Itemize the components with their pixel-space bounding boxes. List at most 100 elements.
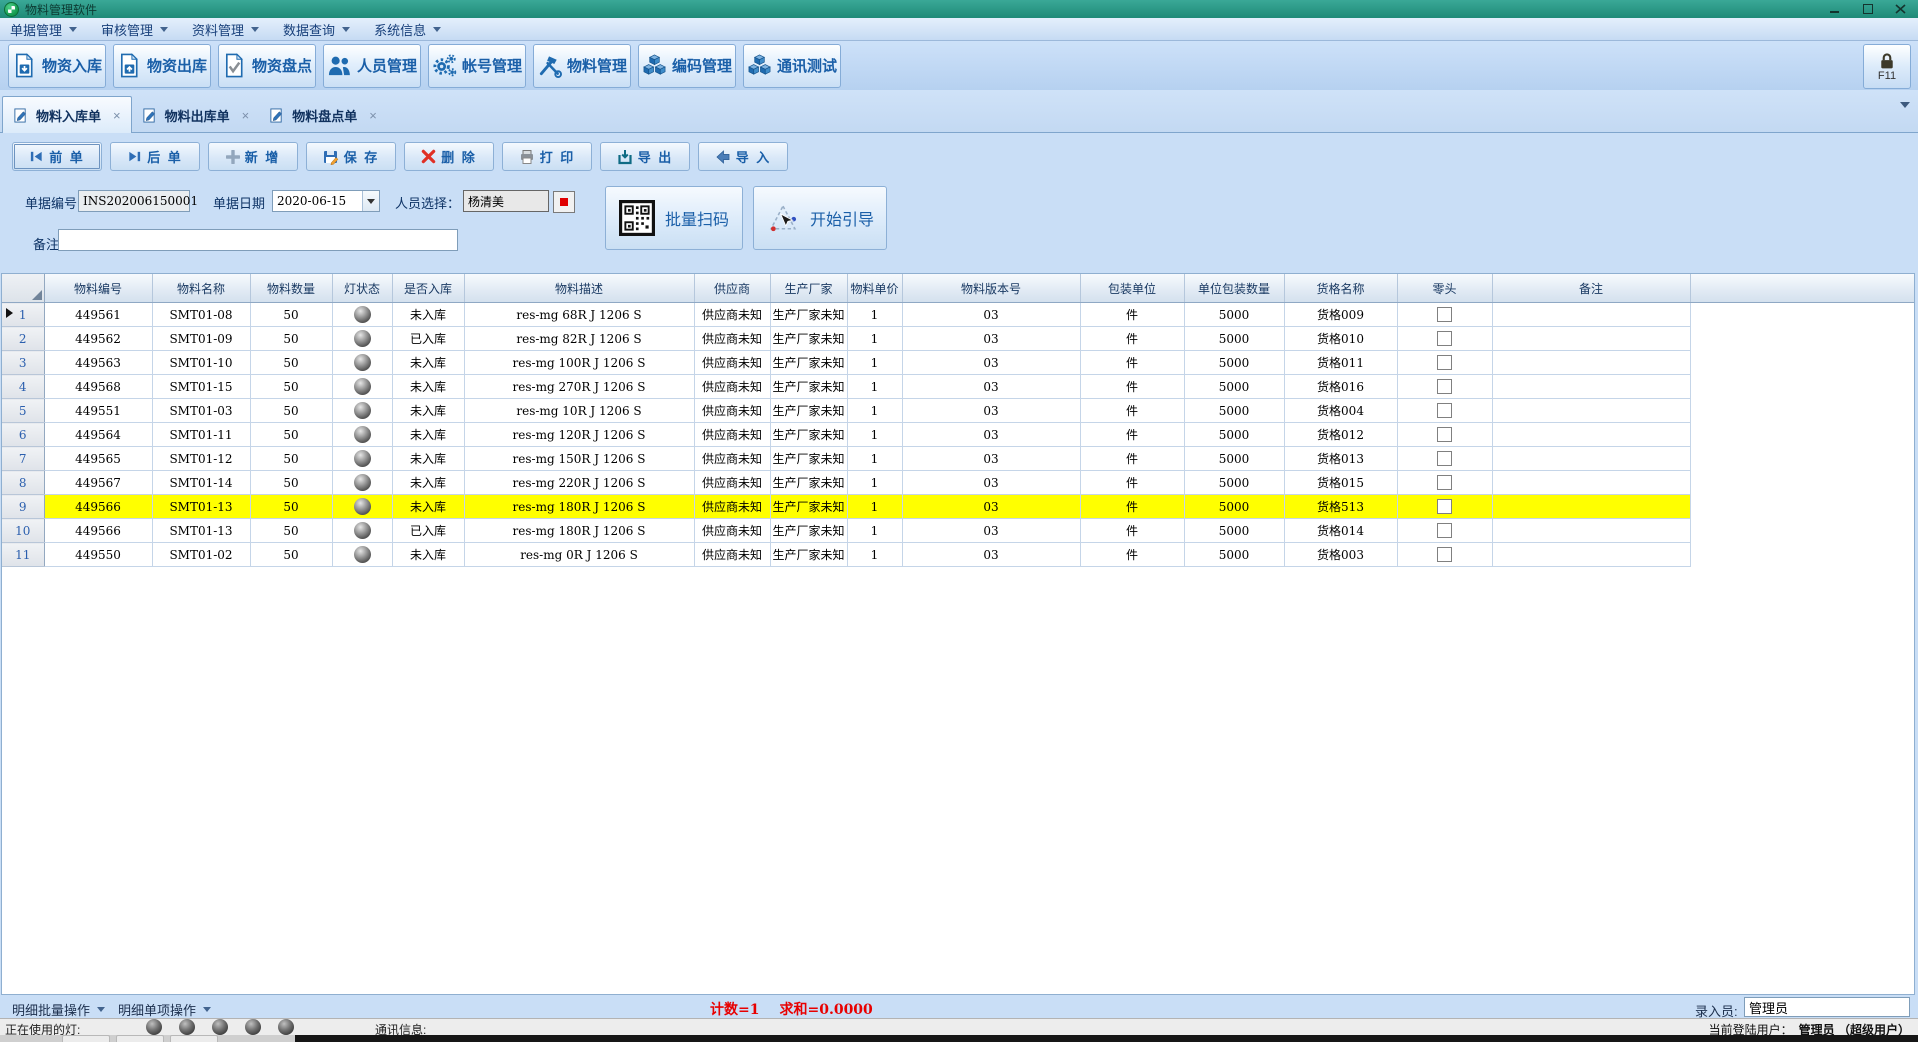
cell-in_stock[interactable]: 未入库 bbox=[392, 375, 464, 399]
cell-qty[interactable]: 50 bbox=[250, 303, 332, 327]
cell-pack_qty[interactable]: 5000 bbox=[1184, 423, 1284, 447]
odd-checkbox[interactable] bbox=[1437, 427, 1452, 442]
cell-desc[interactable]: res-mg 82R J 1206 S bbox=[464, 327, 694, 351]
chevron-down-icon[interactable] bbox=[362, 191, 379, 211]
person-picker-button[interactable] bbox=[553, 191, 575, 213]
cell-remark[interactable] bbox=[1492, 351, 1690, 375]
cell-price[interactable]: 1 bbox=[847, 327, 902, 351]
cell-supplier[interactable]: 供应商未知 bbox=[694, 447, 770, 471]
cell-lamp[interactable] bbox=[332, 399, 392, 423]
cell-price[interactable]: 1 bbox=[847, 519, 902, 543]
cell-unit[interactable]: 件 bbox=[1080, 351, 1184, 375]
cell-qty[interactable]: 50 bbox=[250, 399, 332, 423]
cell-odd[interactable] bbox=[1397, 423, 1492, 447]
cell-supplier[interactable]: 供应商未知 bbox=[694, 519, 770, 543]
cell-code[interactable]: 449550 bbox=[44, 543, 152, 567]
cell-shelf[interactable]: 货格004 bbox=[1284, 399, 1397, 423]
minimize-icon[interactable] bbox=[1829, 4, 1840, 14]
cell-version[interactable]: 03 bbox=[902, 399, 1080, 423]
cell-in_stock[interactable]: 已入库 bbox=[392, 327, 464, 351]
odd-checkbox[interactable] bbox=[1437, 331, 1452, 346]
delete-button[interactable]: 删 除 bbox=[404, 142, 494, 171]
cell-desc[interactable]: res-mg 220R J 1206 S bbox=[464, 471, 694, 495]
column-header-desc[interactable]: 物料描述 bbox=[464, 274, 694, 303]
cell-shelf[interactable]: 货格003 bbox=[1284, 543, 1397, 567]
column-header-shelf[interactable]: 货格名称 bbox=[1284, 274, 1397, 303]
cell-code[interactable]: 449565 bbox=[44, 447, 152, 471]
cell-manufacturer[interactable]: 生产厂家未知 bbox=[770, 351, 847, 375]
cell-name[interactable]: SMT01-10 bbox=[152, 351, 250, 375]
remark-field[interactable] bbox=[58, 229, 458, 251]
cell-pack_qty[interactable]: 5000 bbox=[1184, 351, 1284, 375]
cell-odd[interactable] bbox=[1397, 543, 1492, 567]
cell-in_stock[interactable]: 未入库 bbox=[392, 447, 464, 471]
cell-qty[interactable]: 50 bbox=[250, 351, 332, 375]
column-header-lamp[interactable]: 灯状态 bbox=[332, 274, 392, 303]
cell-pack_qty[interactable]: 5000 bbox=[1184, 399, 1284, 423]
tab-close-icon[interactable]: × bbox=[242, 108, 250, 123]
cell-in_stock[interactable]: 未入库 bbox=[392, 543, 464, 567]
cell-version[interactable]: 03 bbox=[902, 447, 1080, 471]
operator-field[interactable]: 管理员 bbox=[1744, 997, 1910, 1017]
cell-lamp[interactable] bbox=[332, 495, 392, 519]
menu-item-audit[interactable]: 审核管理 bbox=[101, 20, 168, 39]
cell-shelf[interactable]: 货格014 bbox=[1284, 519, 1397, 543]
cell-name[interactable]: SMT01-12 bbox=[152, 447, 250, 471]
account-button[interactable]: 帐号管理 bbox=[428, 44, 526, 88]
cell-desc[interactable]: res-mg 120R J 1206 S bbox=[464, 423, 694, 447]
cell-odd[interactable] bbox=[1397, 375, 1492, 399]
cell-qty[interactable]: 50 bbox=[250, 519, 332, 543]
cell-version[interactable]: 03 bbox=[902, 423, 1080, 447]
cell-remark[interactable] bbox=[1492, 543, 1690, 567]
material-in-button[interactable]: 物资入库 bbox=[8, 44, 106, 88]
cell-price[interactable]: 1 bbox=[847, 375, 902, 399]
cell-in_stock[interactable]: 未入库 bbox=[392, 471, 464, 495]
cell-supplier[interactable]: 供应商未知 bbox=[694, 423, 770, 447]
material-manage-button[interactable]: 物料管理 bbox=[533, 44, 631, 88]
row-selector[interactable]: 1 bbox=[2, 303, 44, 327]
tab-material-in[interactable]: 物料入库单 × bbox=[2, 96, 132, 133]
cell-remark[interactable] bbox=[1492, 447, 1690, 471]
cell-code[interactable]: 449561 bbox=[44, 303, 152, 327]
cell-pack_qty[interactable]: 5000 bbox=[1184, 471, 1284, 495]
cell-unit[interactable]: 件 bbox=[1080, 519, 1184, 543]
cell-lamp[interactable] bbox=[332, 519, 392, 543]
maximize-icon[interactable] bbox=[1862, 4, 1873, 14]
cell-odd[interactable] bbox=[1397, 519, 1492, 543]
column-header-price[interactable]: 物料单价 bbox=[847, 274, 902, 303]
taskbar-item[interactable] bbox=[62, 1035, 110, 1042]
save-button[interactable]: 保 存 bbox=[306, 142, 396, 171]
cell-desc[interactable]: res-mg 180R J 1206 S bbox=[464, 519, 694, 543]
column-header-code[interactable]: 物料编号 bbox=[44, 274, 152, 303]
cell-odd[interactable] bbox=[1397, 303, 1492, 327]
cell-version[interactable]: 03 bbox=[902, 543, 1080, 567]
cell-name[interactable]: SMT01-11 bbox=[152, 423, 250, 447]
cell-remark[interactable] bbox=[1492, 495, 1690, 519]
cell-code[interactable]: 449568 bbox=[44, 375, 152, 399]
cell-manufacturer[interactable]: 生产厂家未知 bbox=[770, 399, 847, 423]
cell-in_stock[interactable]: 未入库 bbox=[392, 303, 464, 327]
cell-pack_qty[interactable]: 5000 bbox=[1184, 519, 1284, 543]
cell-manufacturer[interactable]: 生产厂家未知 bbox=[770, 543, 847, 567]
cell-odd[interactable] bbox=[1397, 447, 1492, 471]
cell-name[interactable]: SMT01-08 bbox=[152, 303, 250, 327]
cell-version[interactable]: 03 bbox=[902, 303, 1080, 327]
cell-manufacturer[interactable]: 生产厂家未知 bbox=[770, 447, 847, 471]
cell-shelf[interactable]: 货格513 bbox=[1284, 495, 1397, 519]
cell-pack_qty[interactable]: 5000 bbox=[1184, 447, 1284, 471]
cell-version[interactable]: 03 bbox=[902, 519, 1080, 543]
cell-code[interactable]: 449562 bbox=[44, 327, 152, 351]
new-doc-button[interactable]: 新 增 bbox=[208, 142, 298, 171]
cell-pack_qty[interactable]: 5000 bbox=[1184, 327, 1284, 351]
cell-price[interactable]: 1 bbox=[847, 423, 902, 447]
cell-in_stock[interactable]: 未入库 bbox=[392, 423, 464, 447]
cell-manufacturer[interactable]: 生产厂家未知 bbox=[770, 327, 847, 351]
cell-qty[interactable]: 50 bbox=[250, 471, 332, 495]
cell-pack_qty[interactable]: 5000 bbox=[1184, 303, 1284, 327]
tab-material-out[interactable]: 物料出库单 × bbox=[132, 98, 260, 132]
cell-name[interactable]: SMT01-13 bbox=[152, 519, 250, 543]
person-field[interactable]: 杨清美 bbox=[463, 190, 549, 212]
cell-code[interactable]: 449566 bbox=[44, 519, 152, 543]
column-header-manufacturer[interactable]: 生产厂家 bbox=[770, 274, 847, 303]
cell-lamp[interactable] bbox=[332, 375, 392, 399]
